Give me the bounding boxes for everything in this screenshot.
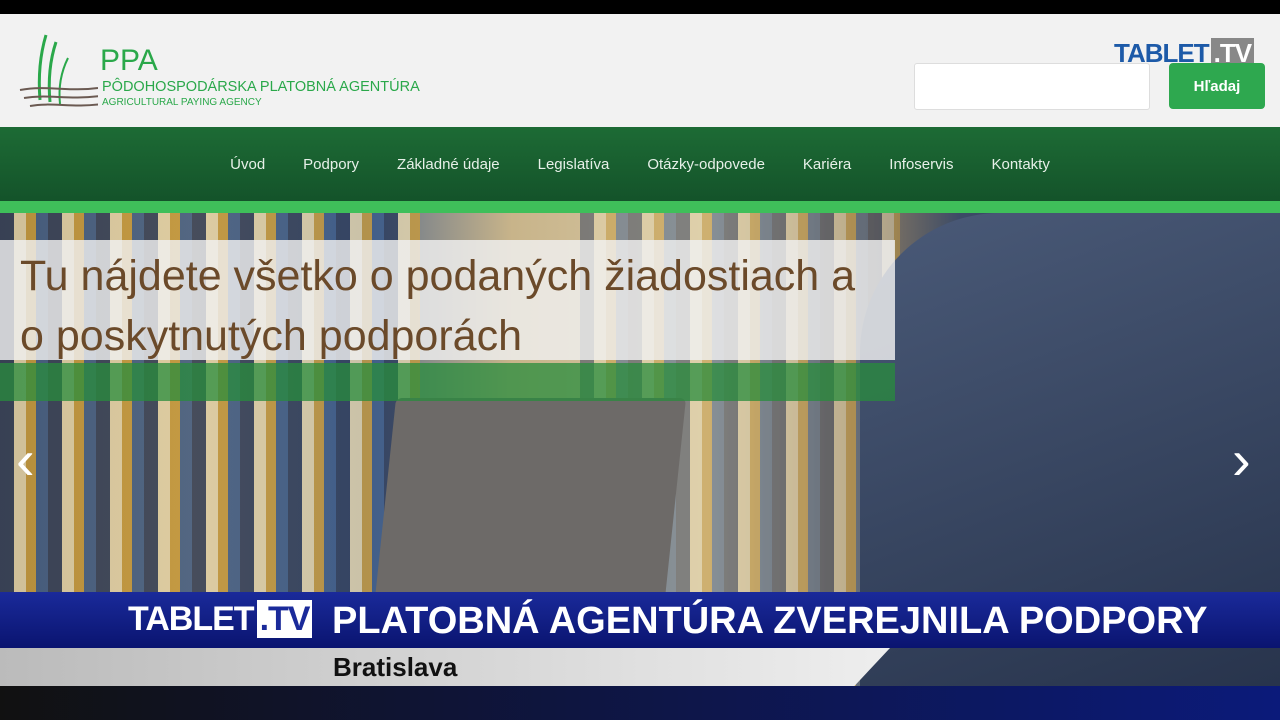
nav-uvod[interactable]: Úvod [230, 156, 265, 173]
nav-legislativa[interactable]: Legislatíva [538, 156, 610, 173]
grass-logo-icon [19, 34, 103, 107]
news-headline: PLATOBNÁ AGENTÚRA ZVEREJNILA PODPORY [332, 600, 1208, 642]
location-label: Bratislava [333, 652, 458, 682]
nav-kariera[interactable]: Kariéra [803, 156, 851, 173]
nav-kontakty[interactable]: Kontakty [991, 156, 1049, 173]
prev-slide-icon[interactable]: ‹ [16, 432, 35, 488]
logo-full-name: PÔDOHOSPODÁRSKA PLATOBNÁ AGENTÚRA [102, 79, 420, 95]
tablet-tv-logo: TABLET .TV [128, 600, 313, 639]
main-nav: Úvod Podpory Základné údaje Legislatíva … [0, 127, 1280, 201]
logo-english-name: AGRICULTURAL PAYING AGENCY [102, 97, 262, 108]
laptop-image [373, 398, 687, 608]
ppa-logo[interactable]: PPA PÔDOHOSPODÁRSKA PLATOBNÁ AGENTÚRA AG… [18, 30, 438, 120]
location-bar: Bratislava [0, 648, 890, 686]
next-slide-icon[interactable]: › [1232, 432, 1251, 488]
nav-accent-line [0, 201, 1280, 213]
nav-infoservis[interactable]: Infoservis [889, 156, 953, 173]
search-input[interactable] [914, 63, 1150, 110]
hero-caption: Tu nájdete všetko o podaných žiadostiach… [0, 240, 895, 360]
letterbox-bar [0, 0, 1280, 14]
search-button[interactable]: Hľadaj [1169, 63, 1265, 109]
nav-otazky-odpovede[interactable]: Otázky-odpovede [647, 156, 765, 173]
broadcast-bottom-bar [0, 686, 1280, 720]
logo-short: PPA [100, 44, 158, 77]
nav-podpory[interactable]: Podpory [303, 156, 359, 173]
nav-zakladne-udaje[interactable]: Základné údaje [397, 156, 500, 173]
caption-band [0, 363, 895, 401]
news-lower-third: TABLET .TV PLATOBNÁ AGENTÚRA ZVEREJNILA P… [0, 592, 1280, 648]
